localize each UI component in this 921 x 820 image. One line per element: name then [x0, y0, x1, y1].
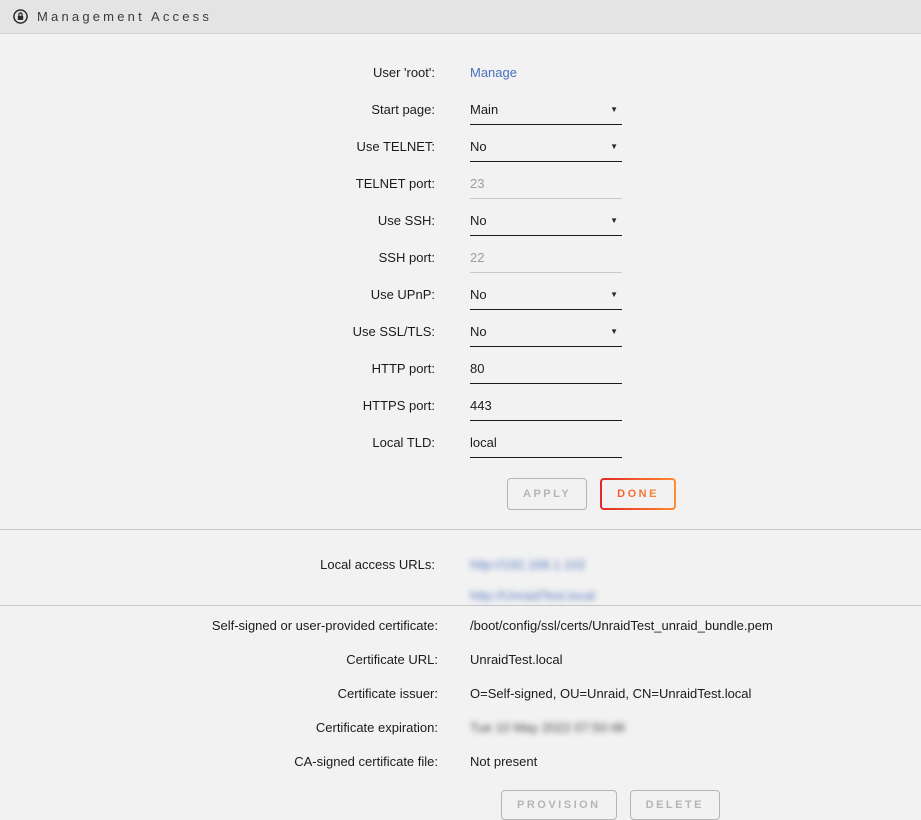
form-row-use-upnp: Use UPnP: No ▼	[0, 282, 921, 319]
local-access-url-ip[interactable]: http://192.168.1.102	[470, 557, 595, 572]
use-ssh-label: Use SSH:	[0, 208, 470, 228]
certificate-url-value: UnraidTest.local	[470, 646, 563, 667]
use-ssl-tls-select[interactable]: No ▼	[470, 319, 622, 347]
use-ssh-value: No	[470, 213, 487, 228]
use-telnet-label: Use TELNET:	[0, 134, 470, 154]
use-upnp-label: Use UPnP:	[0, 282, 470, 302]
http-port-input[interactable]	[470, 361, 620, 376]
done-button[interactable]: DONE	[600, 478, 676, 510]
cert-row-issuer: Certificate issuer: O=Self-signed, OU=Un…	[0, 680, 921, 714]
use-upnp-select[interactable]: No ▼	[470, 282, 622, 310]
ssh-port-input	[470, 250, 620, 265]
chevron-down-icon: ▼	[610, 143, 620, 151]
telnet-port-input	[470, 176, 620, 191]
local-tld-input[interactable]	[470, 435, 620, 450]
form-row-http-port: HTTP port:	[0, 356, 921, 393]
certificate-section: Self-signed or user-provided certificate…	[0, 605, 921, 820]
use-ssl-tls-value: No	[470, 324, 487, 339]
form-row-ssh-port: SSH port:	[0, 245, 921, 282]
https-port-input[interactable]	[470, 398, 620, 413]
certificate-url-label: Certificate URL:	[0, 646, 470, 667]
certificate-issuer-value: O=Self-signed, OU=Unraid, CN=UnraidTest.…	[470, 680, 751, 701]
page-title: Management Access	[37, 9, 212, 24]
https-port-label: HTTPS port:	[0, 393, 470, 413]
local-access-urls-label: Local access URLs:	[0, 541, 470, 605]
use-telnet-select[interactable]: No ▼	[470, 134, 622, 162]
start-page-label: Start page:	[0, 97, 470, 117]
use-ssl-tls-label: Use SSL/TLS:	[0, 319, 470, 339]
cert-row-path: Self-signed or user-provided certificate…	[0, 612, 921, 646]
certificate-issuer-label: Certificate issuer:	[0, 680, 470, 701]
ca-certificate-file-label: CA-signed certificate file:	[0, 748, 470, 769]
start-page-select[interactable]: Main ▼	[470, 97, 622, 125]
certificate-expiration-label: Certificate expiration:	[0, 714, 470, 735]
cert-row-ca-file: CA-signed certificate file: Not present	[0, 748, 921, 782]
local-tld-label: Local TLD:	[0, 430, 470, 450]
provision-button[interactable]: PROVISION	[501, 790, 617, 820]
delete-button[interactable]: DELETE	[630, 790, 720, 820]
form-row-telnet-port: TELNET port:	[0, 171, 921, 208]
telnet-port-label: TELNET port:	[0, 171, 470, 191]
lock-circle-icon	[13, 9, 28, 24]
form-row-start-page: Start page: Main ▼	[0, 97, 921, 134]
form-row-use-ssl: Use SSL/TLS: No ▼	[0, 319, 921, 356]
start-page-value: Main	[470, 102, 498, 117]
use-upnp-value: No	[470, 287, 487, 302]
use-ssh-select[interactable]: No ▼	[470, 208, 622, 236]
local-access-section: Local access URLs: http://192.168.1.102 …	[0, 529, 921, 605]
form-row-local-tld: Local TLD:	[0, 430, 921, 467]
management-access-form: User 'root': Manage Start page: Main ▼ U…	[0, 34, 921, 510]
chevron-down-icon: ▼	[610, 291, 620, 299]
chevron-down-icon: ▼	[610, 106, 620, 114]
certificate-path-value: /boot/config/ssl/certs/UnraidTest_unraid…	[470, 612, 773, 633]
chevron-down-icon: ▼	[610, 217, 620, 225]
http-port-label: HTTP port:	[0, 356, 470, 376]
ca-certificate-file-value: Not present	[470, 748, 537, 769]
form-row-https-port: HTTPS port:	[0, 393, 921, 430]
form-row-use-ssh: Use SSH: No ▼	[0, 208, 921, 245]
page-header: Management Access	[0, 0, 921, 34]
form-row-use-telnet: Use TELNET: No ▼	[0, 134, 921, 171]
cert-row-expiration: Certificate expiration: Tue 10 May 2022 …	[0, 714, 921, 748]
certificate-path-label: Self-signed or user-provided certificate…	[0, 612, 470, 633]
chevron-down-icon: ▼	[610, 328, 620, 336]
user-root-label: User 'root':	[0, 60, 470, 80]
ssh-port-label: SSH port:	[0, 245, 470, 265]
local-access-url-hostname[interactable]: http://UnraidTest.local	[470, 588, 595, 603]
manage-link[interactable]: Manage	[470, 65, 517, 80]
use-telnet-value: No	[470, 139, 487, 154]
form-row-user-root: User 'root': Manage	[0, 60, 921, 97]
apply-button[interactable]: APPLY	[507, 478, 587, 510]
cert-row-url: Certificate URL: UnraidTest.local	[0, 646, 921, 680]
certificate-expiration-value: Tue 10 May 2022 07:50:48	[470, 714, 625, 735]
